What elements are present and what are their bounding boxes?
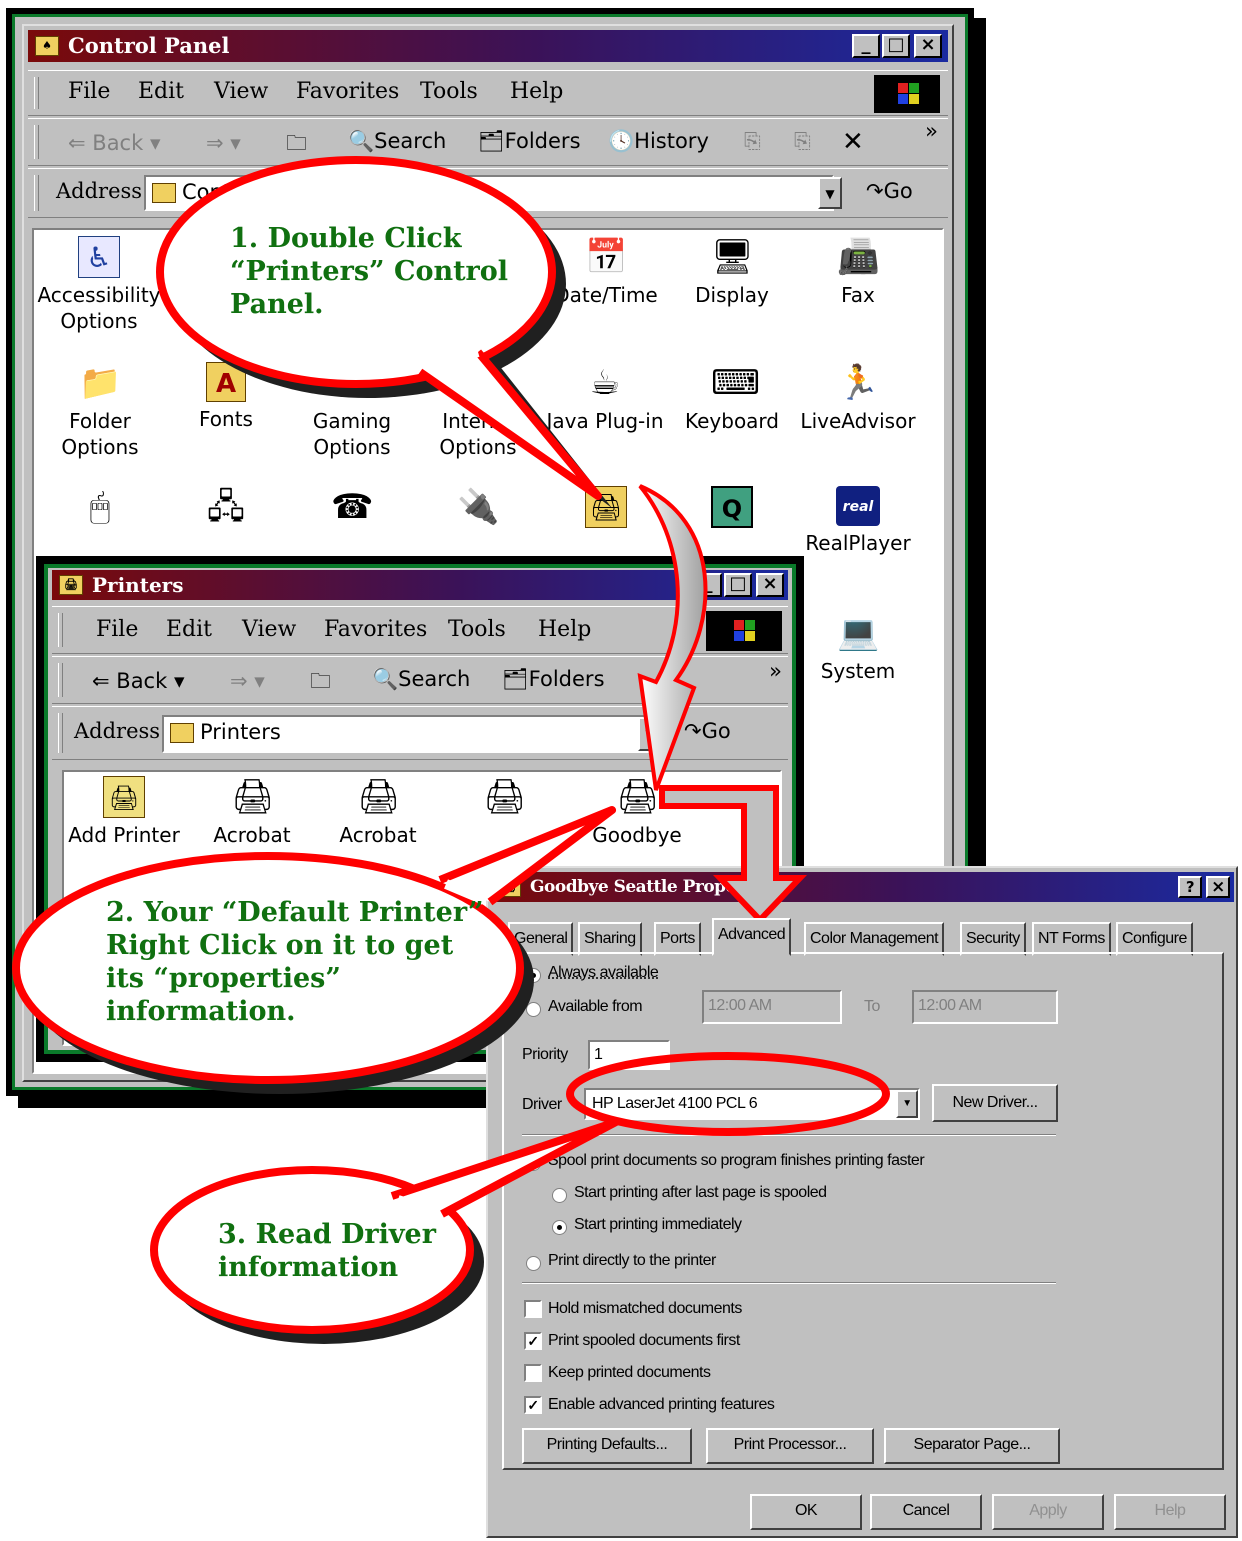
callout-1-bubble [156,156,612,508]
callout-2-text: 2. Your “Default Printer” Right Click on … [106,897,484,1027]
elbow-arrow-2 [659,785,807,925]
tab-advanced[interactable]: Advanced [712,918,792,956]
callout-3-text: 3. Read Driver information [218,1219,436,1283]
annotation-overlay [12,156,890,1344]
callout-1-text: 1. Double Click “Printers” Control Panel. [230,223,509,320]
curved-arrow-1 [637,484,708,791]
